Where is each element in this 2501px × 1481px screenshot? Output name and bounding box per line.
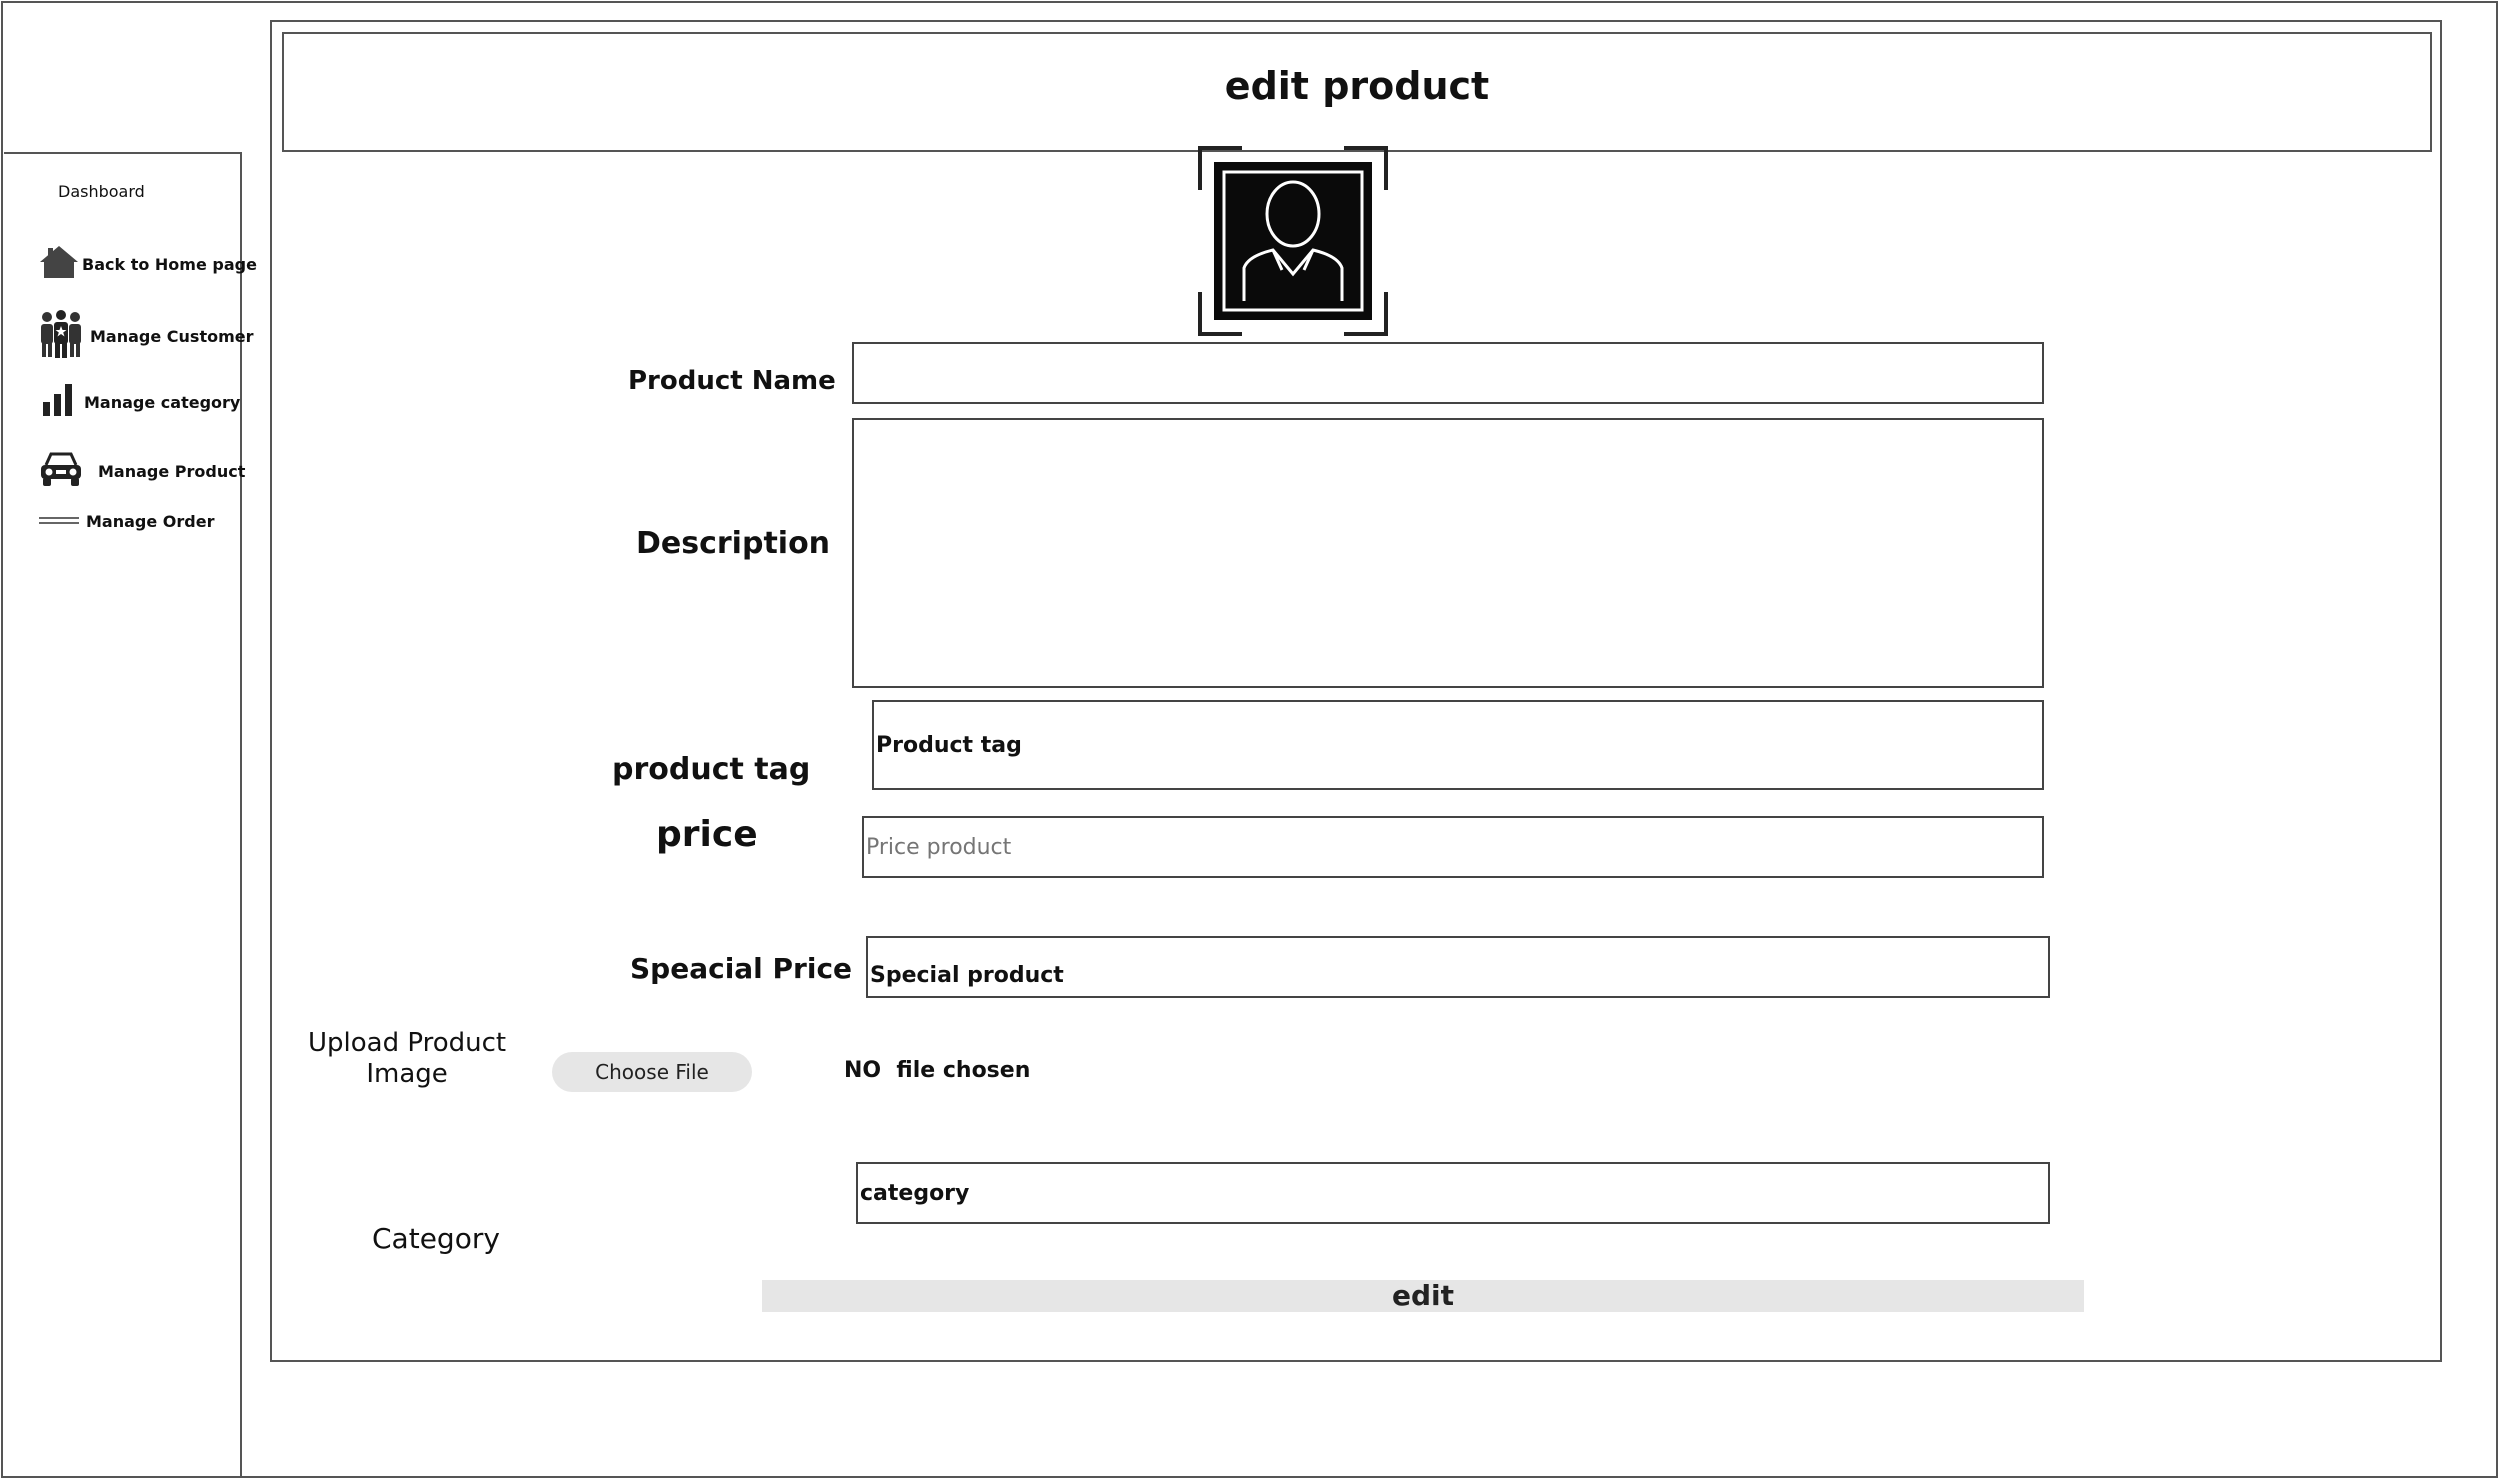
price-input[interactable]: [862, 816, 2044, 878]
sidebar-item-label: Manage Order: [86, 512, 215, 531]
edit-submit-button[interactable]: edit: [762, 1280, 2084, 1312]
sidebar-item-category[interactable]: Manage category: [38, 382, 240, 422]
special-price-label: Speacial Price: [630, 952, 853, 985]
product-image-placeholder: [1198, 146, 1388, 336]
user-portrait-icon: [1198, 146, 1388, 336]
sidebar-item-customer[interactable]: Manage Customer: [38, 309, 254, 363]
file-status-text: NO file chosen: [844, 1058, 1031, 1083]
home-icon: [38, 244, 80, 284]
page: Dashboard Back to Home page Manage Custo…: [0, 0, 2501, 1481]
sidebar-item-product[interactable]: Manage Product: [38, 449, 245, 493]
product-tag-input[interactable]: [872, 700, 2044, 790]
upload-image-label-line2: Image: [366, 1059, 448, 1089]
product-name-label: Product Name: [628, 366, 836, 396]
product-tag-label: product tag: [612, 752, 811, 787]
sidebar-item-label: Back to Home page: [82, 254, 257, 274]
upload-image-label-line1: Upload Product: [308, 1028, 507, 1058]
choose-file-button[interactable]: Choose File: [552, 1052, 752, 1092]
price-label: price: [656, 814, 758, 855]
sidebar-item-order[interactable]: Manage Order: [38, 512, 214, 531]
category-label: Category: [372, 1222, 500, 1255]
category-input[interactable]: [856, 1162, 2050, 1224]
upload-image-label: Upload Product Image: [308, 1028, 506, 1090]
main-panel: edit product Product Name Description pr…: [270, 20, 2442, 1362]
sidebar-item-label: Manage category: [84, 392, 241, 412]
page-header: edit product: [282, 32, 2432, 152]
sidebar-title: Dashboard: [58, 182, 145, 201]
product-name-input[interactable]: [852, 342, 2044, 404]
page-title: edit product: [1224, 64, 1490, 108]
bar-chart-icon: [38, 382, 78, 422]
lines-icon: [38, 512, 80, 531]
sidebar-item-label: Manage Product: [98, 461, 246, 481]
description-textarea[interactable]: [852, 418, 2044, 688]
sidebar-item-home[interactable]: Back to Home page: [38, 244, 257, 284]
sidebar-item-label: Manage Customer: [90, 326, 254, 346]
sidebar: Dashboard Back to Home page Manage Custo…: [4, 152, 257, 1478]
car-icon: [38, 449, 84, 493]
description-label: Description: [636, 526, 831, 561]
users-icon: [38, 309, 84, 363]
special-price-input[interactable]: [866, 936, 2050, 998]
